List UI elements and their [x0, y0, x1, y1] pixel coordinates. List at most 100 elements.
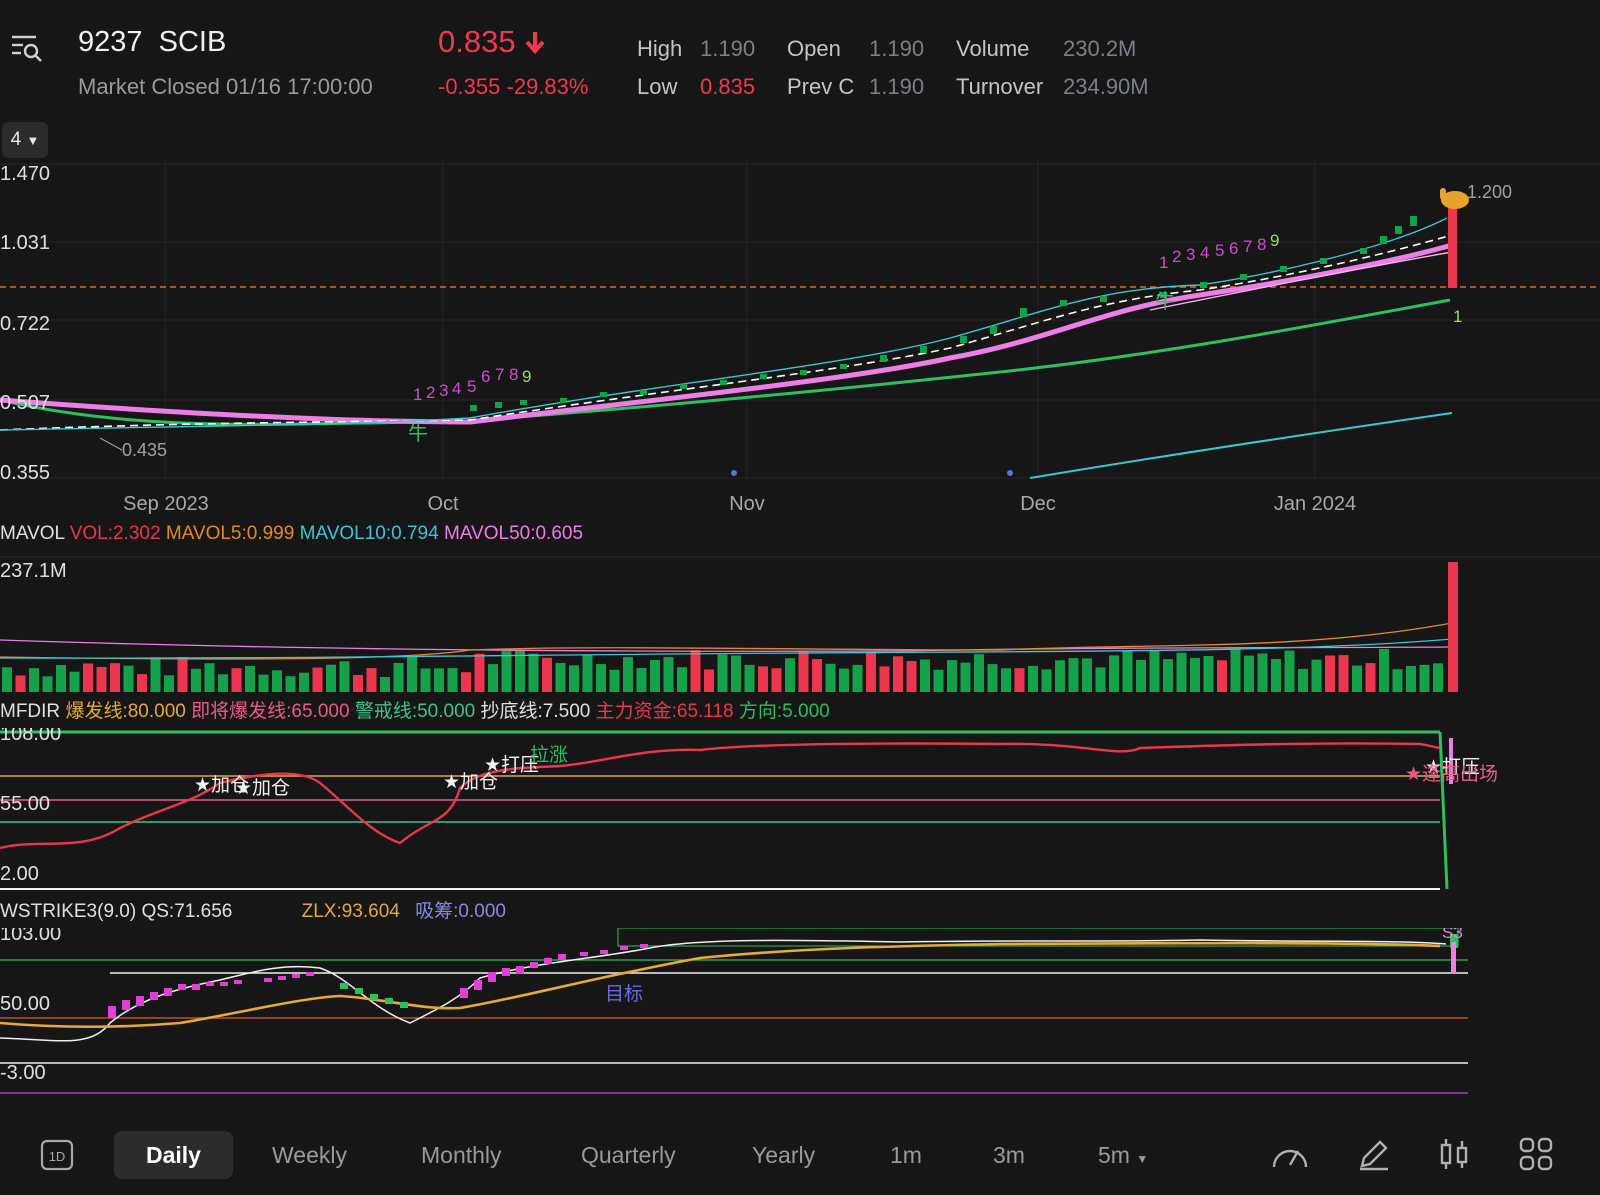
- volume-bar: [1109, 655, 1119, 692]
- volume-bar: [636, 668, 647, 692]
- mfdir-taogao: ★逢高出场: [1405, 763, 1498, 785]
- volume-bar: [1028, 665, 1038, 692]
- svg-text:3: 3: [439, 381, 448, 400]
- mfdir-l6: 方向:5.000: [738, 701, 830, 722]
- volume-bar: [542, 657, 552, 692]
- volume-bar: [191, 668, 201, 692]
- svg-text:0.722: 0.722: [0, 313, 50, 335]
- mfdir-legend: MFDIR 爆发线:80.000 即将爆发线:65.000 警戒线:50.000…: [0, 696, 830, 723]
- caret-down-icon: ▼: [26, 133, 40, 148]
- volume-bar: [1338, 655, 1349, 692]
- volume-bar: [1068, 658, 1079, 692]
- volume-bar: [974, 654, 984, 692]
- volume-ymax: 237.1M: [0, 560, 67, 582]
- volume-bar: [731, 655, 741, 692]
- high-value: 1.190: [700, 36, 756, 61]
- ma-green-line: [0, 298, 1451, 426]
- volume-bar: [272, 670, 282, 692]
- mavol-ma50: MAVOL50:0.605: [443, 523, 584, 544]
- volume-bar: [1365, 663, 1376, 692]
- volume-bar: [434, 668, 444, 692]
- count-seq-oct: 1 2 3 4 5 6 7 8 9: [413, 365, 531, 404]
- volume-bar: [650, 660, 660, 692]
- volume-bar: [1055, 660, 1065, 692]
- wstrike-s3: S3: [1442, 928, 1463, 942]
- last-price-value: 0.835: [438, 24, 516, 59]
- volume-bar: [609, 669, 620, 692]
- svg-text:6: 6: [481, 367, 490, 386]
- volume-bar: [1001, 668, 1011, 692]
- mavol-title: MAVOL: [0, 523, 65, 544]
- calendar-1d-icon[interactable]: 1D: [40, 1137, 74, 1176]
- volume-bar: [987, 664, 998, 692]
- tab-5m-dropdown[interactable]: 5m ▼: [1098, 1142, 1148, 1169]
- tab-daily[interactable]: Daily: [114, 1131, 233, 1179]
- volume-bar: [960, 662, 971, 692]
- volume-bar: [582, 654, 593, 692]
- tab-weekly[interactable]: Weekly: [272, 1142, 347, 1169]
- volume-bar: [1379, 648, 1389, 692]
- mfdir-yaxis: 108.00 55.00 2.00: [0, 728, 61, 885]
- volume-bar: [285, 676, 296, 692]
- speedometer-icon[interactable]: [1270, 1137, 1310, 1178]
- svg-text:1.031: 1.031: [0, 232, 50, 254]
- svg-text:55.00: 55.00: [0, 793, 50, 815]
- volume-bar: [326, 664, 336, 692]
- svg-text:9: 9: [1270, 231, 1279, 250]
- volume-bar: [1325, 655, 1335, 692]
- wstrike-target: 目标: [605, 983, 643, 1005]
- layout-dropdown[interactable]: 4 ▼: [2, 122, 48, 158]
- svg-text:★加仓: ★加仓: [235, 777, 290, 799]
- volume-bar: [758, 666, 768, 692]
- change-percent: -29.83%: [506, 74, 589, 99]
- price-chart[interactable]: 1.200 0.435 1 2 3 4 5 6 7 8 9 1 2 3 4 5 …: [0, 160, 1600, 532]
- tab-yearly[interactable]: Yearly: [752, 1142, 815, 1169]
- svg-text:Nov: Nov: [729, 493, 765, 515]
- svg-text:5: 5: [467, 377, 476, 396]
- volume-bar: [447, 668, 458, 692]
- mfdir-chart[interactable]: 108.00 55.00 2.00 ★加仓 ★加仓 ★加仓 ★打压 ★打压 拉涨…: [0, 728, 1600, 900]
- volume-bar: [771, 668, 782, 692]
- volume-bar: [1149, 650, 1160, 692]
- mfdir-lazhang: 拉涨: [530, 744, 568, 766]
- volume-bar: [893, 656, 903, 692]
- price-grid: [0, 160, 1600, 479]
- svg-text:2.00: 2.00: [0, 863, 39, 885]
- volume-bar: [1095, 667, 1106, 692]
- volume-bar: [1190, 658, 1200, 692]
- volume-bar: [231, 668, 242, 692]
- volume-bar: [420, 668, 431, 692]
- volume-bar: [569, 665, 579, 692]
- volume-bar: [1136, 659, 1146, 692]
- volume-chart[interactable]: 237.1M: [0, 555, 1600, 695]
- svg-text:108.00: 108.00: [0, 728, 61, 745]
- svg-text:6: 6: [1229, 239, 1238, 258]
- svg-text:50.00: 50.00: [0, 993, 50, 1015]
- volume-bar: [96, 667, 107, 692]
- grid-layout-icon[interactable]: [1518, 1136, 1554, 1177]
- volume-bar: [15, 675, 26, 692]
- wstrike-yaxis: 103.00 50.00 -3.00: [0, 928, 61, 1084]
- wstrike-chart[interactable]: 103.00 50.00 -3.00 目标 S3: [0, 928, 1600, 1110]
- last-candle-red: [1448, 204, 1457, 288]
- tab-monthly[interactable]: Monthly: [421, 1142, 502, 1169]
- prevc-label: Prev C: [787, 74, 855, 99]
- wstrike-qs: QS:71.656: [141, 901, 233, 922]
- pencil-draw-icon[interactable]: [1356, 1136, 1392, 1177]
- svg-text:Oct: Oct: [427, 493, 459, 515]
- svg-text:1.470: 1.470: [0, 163, 50, 185]
- volume-bar: [1271, 659, 1281, 692]
- tab-1m[interactable]: 1m: [890, 1142, 922, 1169]
- volume-bar: [947, 660, 957, 692]
- volume-bars: [2, 648, 1443, 692]
- volume-bar: [164, 675, 174, 692]
- svg-text:Dec: Dec: [1020, 493, 1056, 515]
- candlestick-type-icon[interactable]: [1436, 1136, 1472, 1177]
- list-search-icon[interactable]: [10, 30, 44, 64]
- tab-quarterly[interactable]: Quarterly: [581, 1142, 676, 1169]
- tab-3m[interactable]: 3m: [993, 1142, 1025, 1169]
- count-seq-dec: 1 2 3 4 5 6 7 8 9: [1159, 231, 1279, 272]
- svg-text:3: 3: [1186, 245, 1195, 264]
- price-yaxis: 1.470 1.031 0.722 0.507 0.355: [0, 163, 50, 484]
- high-annotation: 1.200: [1467, 182, 1512, 202]
